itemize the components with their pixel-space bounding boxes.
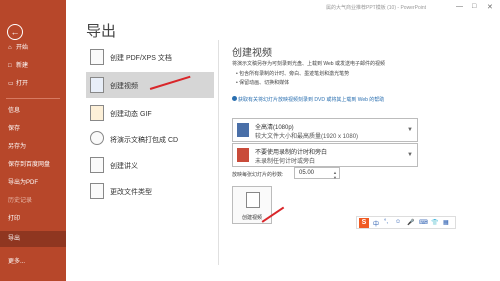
sidebar-item-save-as[interactable]: 另存为 — [0, 139, 66, 155]
quality-dropdown[interactable]: 全高清(1080p) 较大文件大小和最高质量(1920 x 1080) ▼ — [232, 118, 418, 142]
chevron-down-icon: ▼ — [407, 152, 413, 158]
seconds-label: 放映每张幻灯片的秒数: — [232, 172, 284, 178]
sidebar-item-open[interactable]: ▭ 打开 — [0, 76, 66, 92]
create-video-heading: 创建视频 — [232, 48, 272, 59]
narration-icon — [237, 148, 249, 162]
ime-voice-icon[interactable]: 🎤 — [407, 219, 414, 226]
bullet-item: • 包含所有录制的计时、旁白、墨迹笔划和激光笔势 — [236, 71, 350, 77]
pdf-document-icon — [90, 49, 104, 65]
file-type-icon — [90, 183, 104, 199]
export-menu-pdf[interactable]: 创建 PDF/XPS 文档 — [86, 44, 214, 70]
ime-lang-icon[interactable]: 中 — [373, 219, 379, 228]
export-menu-video[interactable]: 创建视频 — [86, 72, 214, 98]
sidebar-item-save[interactable]: 保存 — [0, 121, 66, 137]
seconds-spinner[interactable]: 05.00 ▲ ▼ — [294, 167, 340, 180]
backstage-sidebar: ← ⌂ 开始 □ 新建 ▭ 打开 信息 保存 另存为 保存到百度网盘 导出为PDF 历… — [0, 0, 66, 281]
ime-toolbar[interactable]: S 中 °, ☺ 🎤 ⌨ 👕 ▦ — [356, 216, 456, 229]
spin-down-icon[interactable]: ▼ — [333, 173, 337, 183]
new-icon: □ — [8, 63, 12, 69]
sidebar-item-more[interactable]: 更多... — [0, 254, 66, 270]
page-title: 导出 — [86, 23, 117, 40]
video-icon — [90, 77, 104, 93]
monitor-icon — [237, 123, 249, 137]
title-bar: 属的大气商业推荐PPT模板 (10) - PowerPoint — □ ✕ — [66, 0, 500, 14]
export-menu-package-cd[interactable]: 将演示文稿打包成 CD — [86, 126, 214, 152]
handouts-icon — [90, 157, 104, 173]
narration-dropdown[interactable]: 不要使用录制的计时和旁白 未录制任何计时或旁白 ▼ — [232, 143, 418, 167]
export-menu-handouts[interactable]: 创建讲义 — [86, 152, 214, 178]
video-icon — [246, 192, 260, 208]
export-menu-gif[interactable]: 创建动态 GIF — [86, 100, 214, 126]
cd-icon — [90, 131, 104, 145]
sidebar-item-info[interactable]: 信息 — [0, 103, 66, 119]
create-video-description: 将演示文稿另存为可刻录到光盘、上载到 Web 或发送电子邮件的视频 — [232, 61, 385, 67]
help-link[interactable]: 获取有关将幻灯片放映视频刻录到 DVD 或将其上载到 Web 的帮助 — [238, 96, 384, 103]
minimize-icon[interactable]: — — [456, 3, 463, 10]
chevron-down-icon: ▼ — [407, 127, 413, 133]
close-icon[interactable]: ✕ — [487, 3, 493, 11]
sidebar-item-new[interactable]: □ 新建 — [0, 58, 66, 74]
sidebar-item-history[interactable]: 历史记录 — [0, 193, 66, 209]
sidebar-item-export[interactable]: 导出 — [0, 231, 66, 247]
sidebar-divider — [6, 98, 60, 99]
ime-tools-icon[interactable]: ▦ — [443, 219, 449, 226]
ime-punct-icon[interactable]: °, — [384, 219, 388, 225]
help-icon — [232, 96, 237, 101]
sidebar-item-print[interactable]: 打印 — [0, 211, 66, 227]
sidebar-item-home[interactable]: ⌂ 开始 — [0, 40, 66, 56]
ime-skin-icon[interactable]: 👕 — [431, 219, 438, 226]
back-arrow-icon[interactable]: ← — [7, 24, 23, 40]
home-icon: ⌂ — [8, 45, 12, 51]
sidebar-item-save-baidu[interactable]: 保存到百度网盘 — [0, 157, 66, 173]
bullet-item: • 保留动画、切换和媒体 — [236, 80, 290, 86]
export-menu-change-type[interactable]: 更改文件类型 — [86, 178, 214, 204]
window-title: 属的大气商业推荐PPT模板 (10) - PowerPoint — [326, 5, 427, 11]
folder-icon: ▭ — [8, 81, 14, 87]
sogou-logo-icon: S — [359, 218, 369, 228]
gif-icon — [90, 105, 104, 121]
maximize-icon[interactable]: □ — [472, 3, 476, 10]
panel-divider — [218, 40, 219, 265]
sidebar-item-export-pdf[interactable]: 导出为PDF — [0, 175, 66, 191]
ime-keyboard-icon[interactable]: ⌨ — [419, 219, 428, 226]
ime-emoji-icon[interactable]: ☺ — [395, 219, 401, 225]
